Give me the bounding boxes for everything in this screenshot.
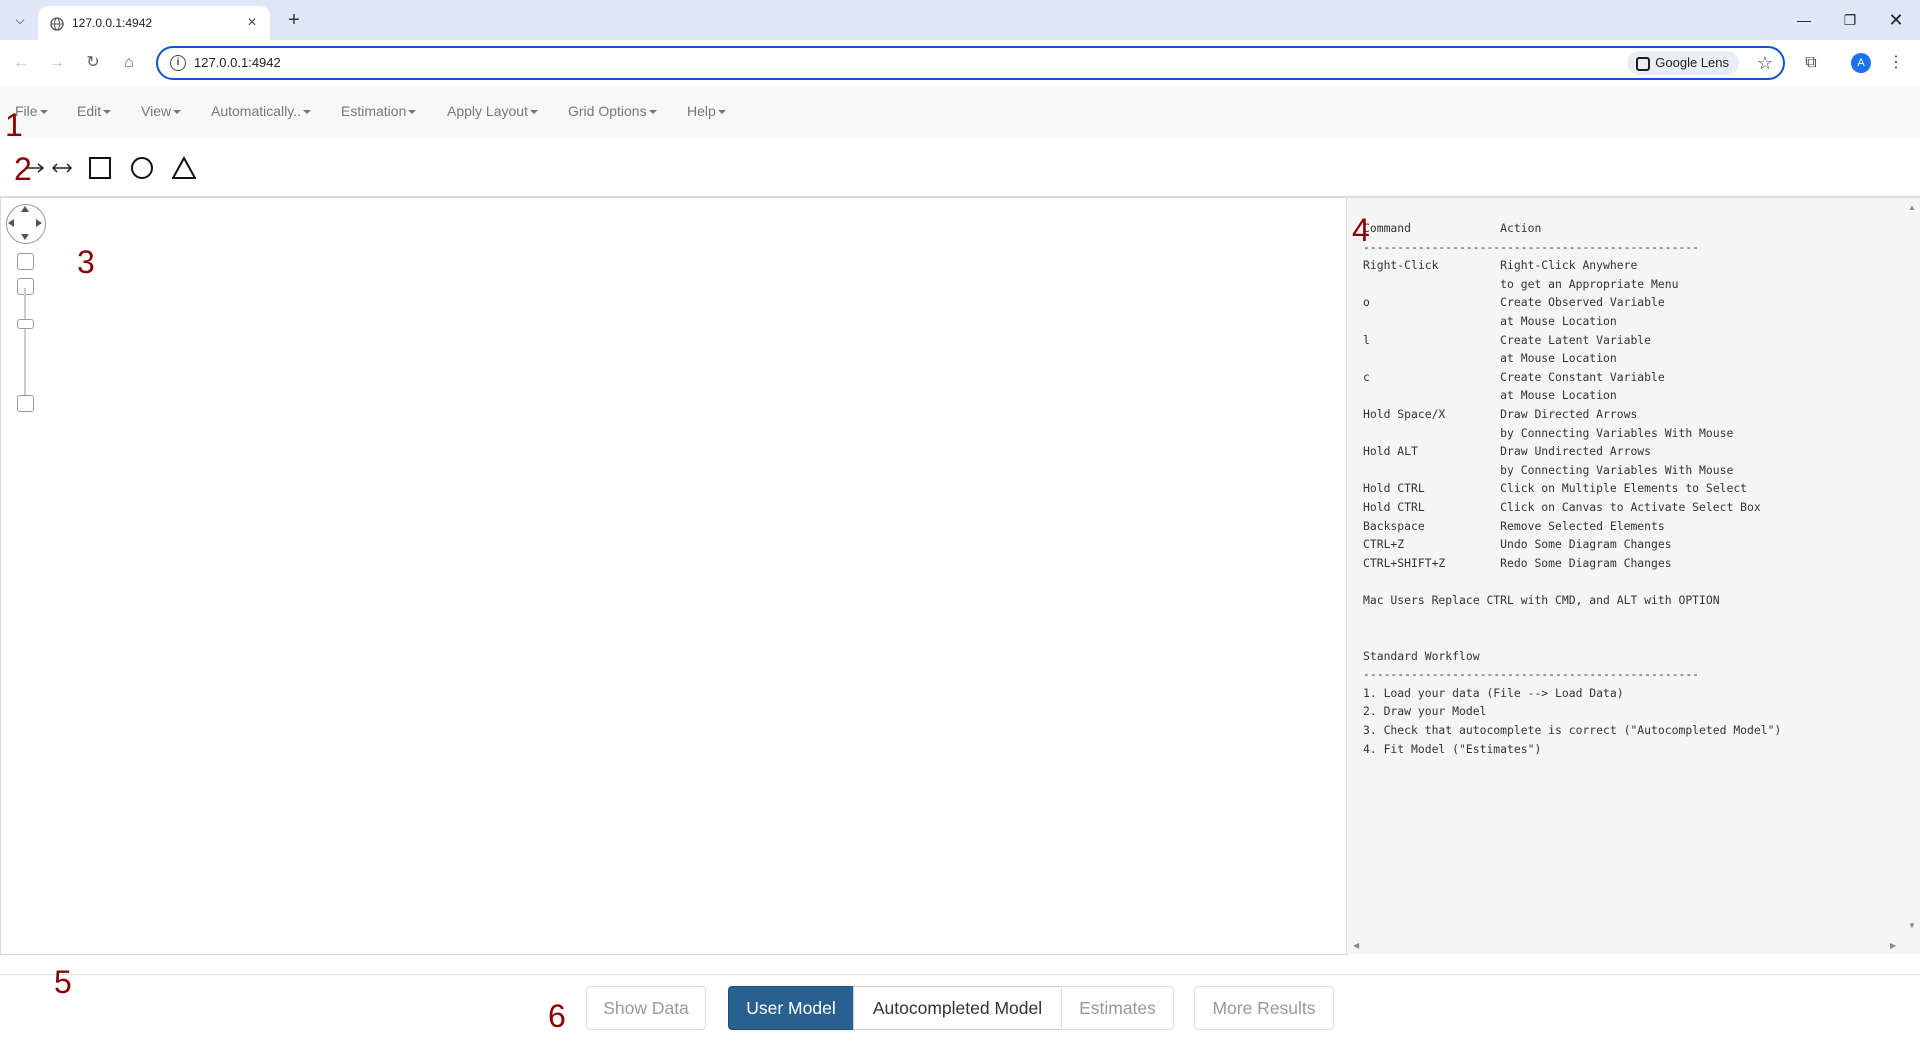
tab-close-icon[interactable]: × [242,13,262,33]
help-panel: Command Action -------------------------… [1346,197,1920,954]
menu-automatically-label: Automatically.. [211,103,301,119]
caret-down-icon [648,110,657,115]
zoom-slider-track[interactable] [24,288,26,408]
autocompleted-model-button[interactable]: Autocompleted Model [853,986,1062,1030]
tab-search-chevron-icon[interactable]: ⌵ [8,9,32,31]
tab-title: 127.0.0.1:4942 [72,16,153,30]
browser-menu-icon[interactable]: ⋮ [1886,50,1906,76]
menu-edit-label: Edit [77,103,102,119]
user-model-button[interactable]: User Model [728,986,854,1030]
annotation-marker-1: 1 [5,107,23,143]
circle-latent-icon[interactable] [130,156,154,180]
browser-toolbar: ← → ↻ ⌂ i 127.0.0.1:4942 Google Lens ☆ ⧉… [0,40,1920,87]
menu-edit[interactable]: Edit [77,103,112,119]
vertical-scrollbar[interactable]: ▲ ▼ [1904,198,1920,938]
zoom-in-button[interactable] [17,253,34,270]
menu-view-label: View [141,103,172,119]
menu-apply-layout[interactable]: Apply Layout [447,103,538,119]
scroll-down-icon[interactable]: ▼ [1908,922,1916,930]
undirected-arrow-icon[interactable] [50,156,74,180]
scroll-up-icon[interactable]: ▲ [1908,204,1916,212]
profile-avatar[interactable]: A [1851,53,1871,73]
caret-down-icon [529,110,538,115]
menu-automatically[interactable]: Automatically.. [211,103,311,119]
help-text: Command Action -------------------------… [1363,221,1782,756]
annotation-marker-2: 2 [14,151,32,187]
browser-tab[interactable]: 127.0.0.1:4942 × [38,6,270,40]
menu-estimation[interactable]: Estimation [341,103,417,119]
pan-up-icon[interactable] [21,206,29,212]
caret-down-icon [103,110,112,115]
pan-down-icon[interactable] [21,234,29,240]
google-lens-button[interactable]: Google Lens [1627,51,1739,75]
menu-grid-options[interactable]: Grid Options [568,103,657,119]
zoom-slider-handle[interactable] [17,319,34,329]
estimates-button[interactable]: Estimates [1061,986,1174,1030]
caret-down-icon [408,110,417,115]
annotation-marker-4: 4 [1352,212,1370,248]
square-observed-icon[interactable] [88,156,112,180]
caret-down-icon [173,110,182,115]
pan-right-icon[interactable] [36,219,42,227]
menu-apply-layout-label: Apply Layout [447,103,528,119]
drawing-toolbar [0,137,1920,197]
globe-icon [50,17,64,31]
reload-icon[interactable]: ↻ [80,50,106,76]
google-lens-label: Google Lens [1655,55,1729,70]
zoom-slider-end[interactable] [17,395,34,412]
menu-help-label: Help [687,103,716,119]
model-button-bar: Show Data User Model Autocompleted Model… [0,974,1920,1041]
caret-down-icon [717,110,726,115]
menu-grid-options-label: Grid Options [568,103,647,119]
menu-view[interactable]: View [141,103,182,119]
annotation-marker-6: 6 [548,998,566,1034]
pan-control[interactable] [6,204,46,244]
url-text[interactable]: 127.0.0.1:4942 [194,55,281,70]
more-results-button[interactable]: More Results [1194,986,1334,1030]
close-window-icon[interactable]: ✕ [1876,8,1916,32]
menu-estimation-label: Estimation [341,103,407,119]
diagram-canvas[interactable] [0,197,1348,955]
restore-icon[interactable]: ❐ [1830,8,1870,32]
menu-help[interactable]: Help [687,103,726,119]
annotation-marker-5: 5 [54,964,72,1000]
horizontal-scrollbar[interactable]: ◀ ▶ [1347,937,1904,954]
new-tab-plus-icon[interactable]: + [282,9,306,33]
home-icon[interactable]: ⌂ [116,50,142,76]
app-menubar: File Edit View Automatically.. Estimatio… [0,86,1920,138]
show-data-button[interactable]: Show Data [586,986,706,1030]
caret-down-icon [303,110,311,115]
caret-down-icon [39,110,48,115]
scroll-left-icon[interactable]: ◀ [1353,942,1359,950]
address-bar[interactable]: i 127.0.0.1:4942 Google Lens ☆ [156,46,1785,80]
forward-arrow-icon[interactable]: → [44,50,70,76]
browser-tab-strip: ⌵ 127.0.0.1:4942 × + — ❐ ✕ [0,0,1920,40]
triangle-constant-icon[interactable] [172,156,196,180]
minimize-icon[interactable]: — [1784,8,1824,32]
scroll-right-icon[interactable]: ▶ [1890,942,1896,950]
annotation-marker-3: 3 [77,244,95,280]
lens-icon [1636,57,1651,71]
extensions-puzzle-icon[interactable]: ⧉ [1798,50,1824,76]
bookmark-star-icon[interactable]: ☆ [1757,51,1773,75]
pan-left-icon[interactable] [8,219,14,227]
site-info-icon[interactable]: i [170,55,186,71]
back-arrow-icon[interactable]: ← [8,50,34,76]
